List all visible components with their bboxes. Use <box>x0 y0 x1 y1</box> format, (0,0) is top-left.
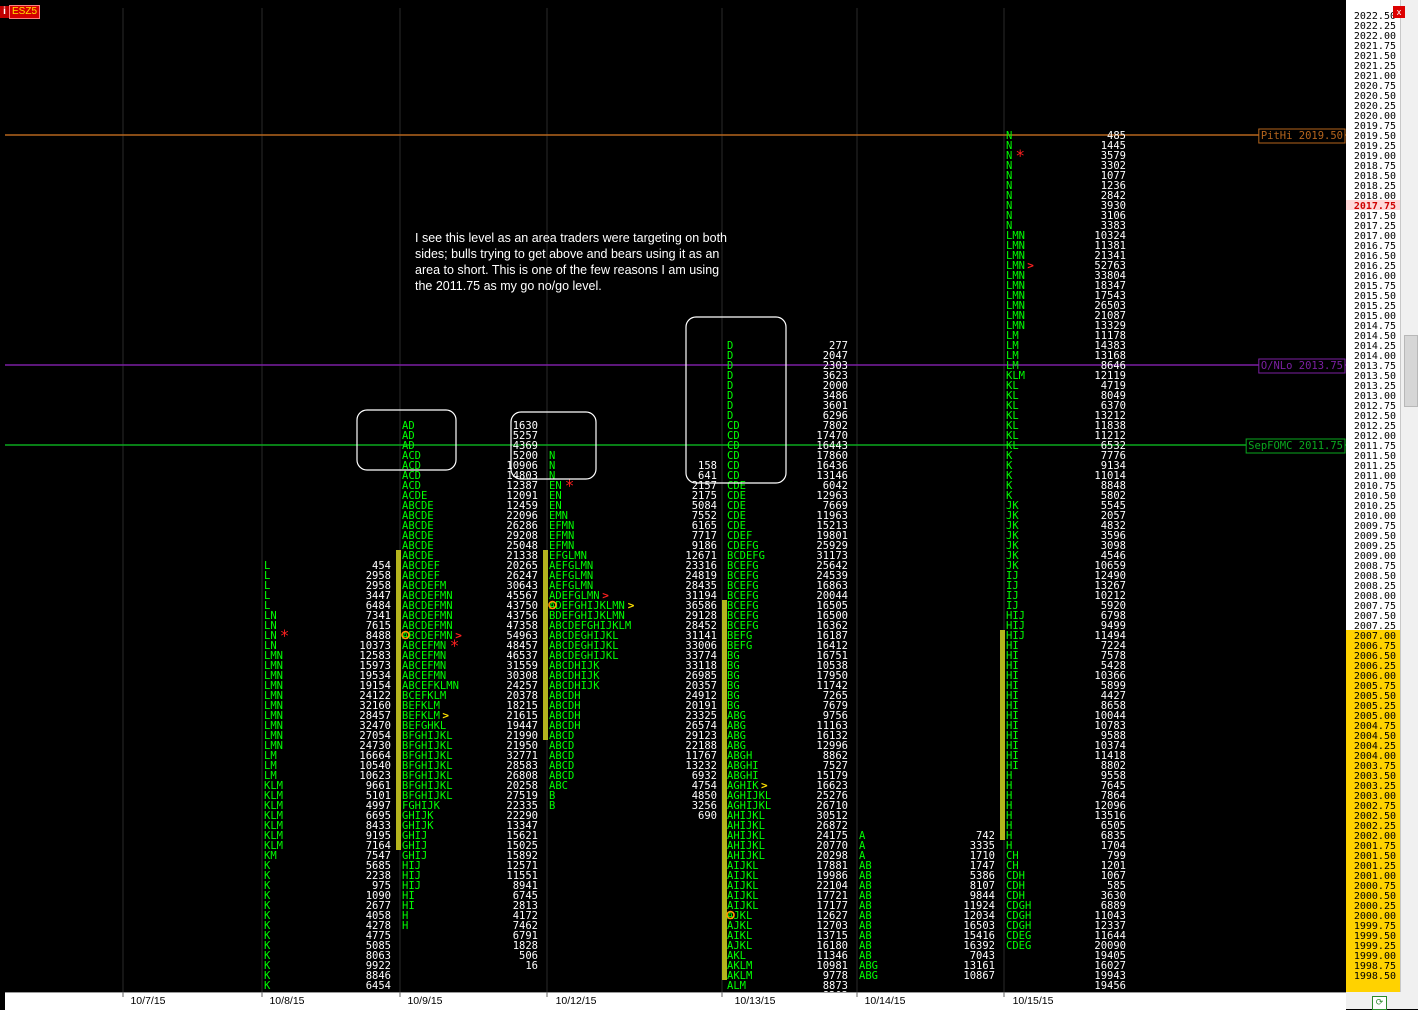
info-icon[interactable]: i <box>0 6 9 18</box>
value-area-bar <box>1000 630 1005 840</box>
tpo-row: H <box>402 920 408 932</box>
value-area-bar <box>543 550 548 740</box>
close-marker: > <box>442 709 449 722</box>
star-marker: * <box>1015 146 1025 165</box>
vertical-scrollbar[interactable] <box>1400 0 1418 1009</box>
level-label: O/NLo 2013.75 <box>1261 360 1343 372</box>
level-label: SepFOMC 2011.75 <box>1248 440 1343 452</box>
volume-value: 19456 <box>1094 980 1126 992</box>
close-marker: > <box>628 599 635 612</box>
scroll-thumb[interactable] <box>1404 335 1418 407</box>
date-label: 10/7/15 <box>130 995 165 1007</box>
tpo-row: ABG <box>859 970 878 982</box>
close-icon[interactable]: x <box>1393 6 1405 18</box>
annotation-note: I see this level as an area traders were… <box>415 231 727 293</box>
close-marker-red: > <box>455 629 462 642</box>
date-label: 10/8/15 <box>269 995 304 1007</box>
volume-value: 6454 <box>366 980 391 992</box>
level-label: PitHi 2019.50 <box>1261 130 1343 142</box>
star-marker: * <box>280 626 290 645</box>
close-marker: > <box>761 779 768 792</box>
volume-value: 690 <box>698 810 717 822</box>
symbol-label[interactable]: ESZ5 <box>9 5 41 19</box>
close-marker-red: > <box>602 589 609 602</box>
volume-value: 10867 <box>963 970 995 982</box>
symbol-badge[interactable]: i ESZ5 <box>0 5 41 19</box>
tpo-row: ALM <box>727 980 746 992</box>
price-axis: 2022.502022.252022.002021.752021.502021.… <box>1346 11 1400 992</box>
date-label: 10/9/15 <box>407 995 442 1007</box>
date-label: 10/12/15 <box>556 995 597 1007</box>
date-label: 10/15/15 <box>1013 995 1054 1007</box>
tpo-row: K <box>264 980 271 992</box>
value-area-bar <box>396 550 401 850</box>
price-tick: 1998.50 <box>1354 971 1396 982</box>
tpo-row: B <box>549 800 555 812</box>
date-label: 10/13/15 <box>735 995 776 1007</box>
tpo-row: CDEG <box>1006 940 1031 952</box>
close-marker-red: > <box>1027 259 1034 272</box>
date-label: 10/14/15 <box>865 995 906 1007</box>
date-axis: 10/7/15 10/8/15 10/9/15 10/12/15 10/13/15 10/… <box>122 992 1054 1007</box>
market-profile-chart: PitHi 2019.50 O/NLo 2013.75 SepFOMC 2011.7… <box>5 8 1346 1002</box>
volume-value: 16 <box>525 960 538 972</box>
